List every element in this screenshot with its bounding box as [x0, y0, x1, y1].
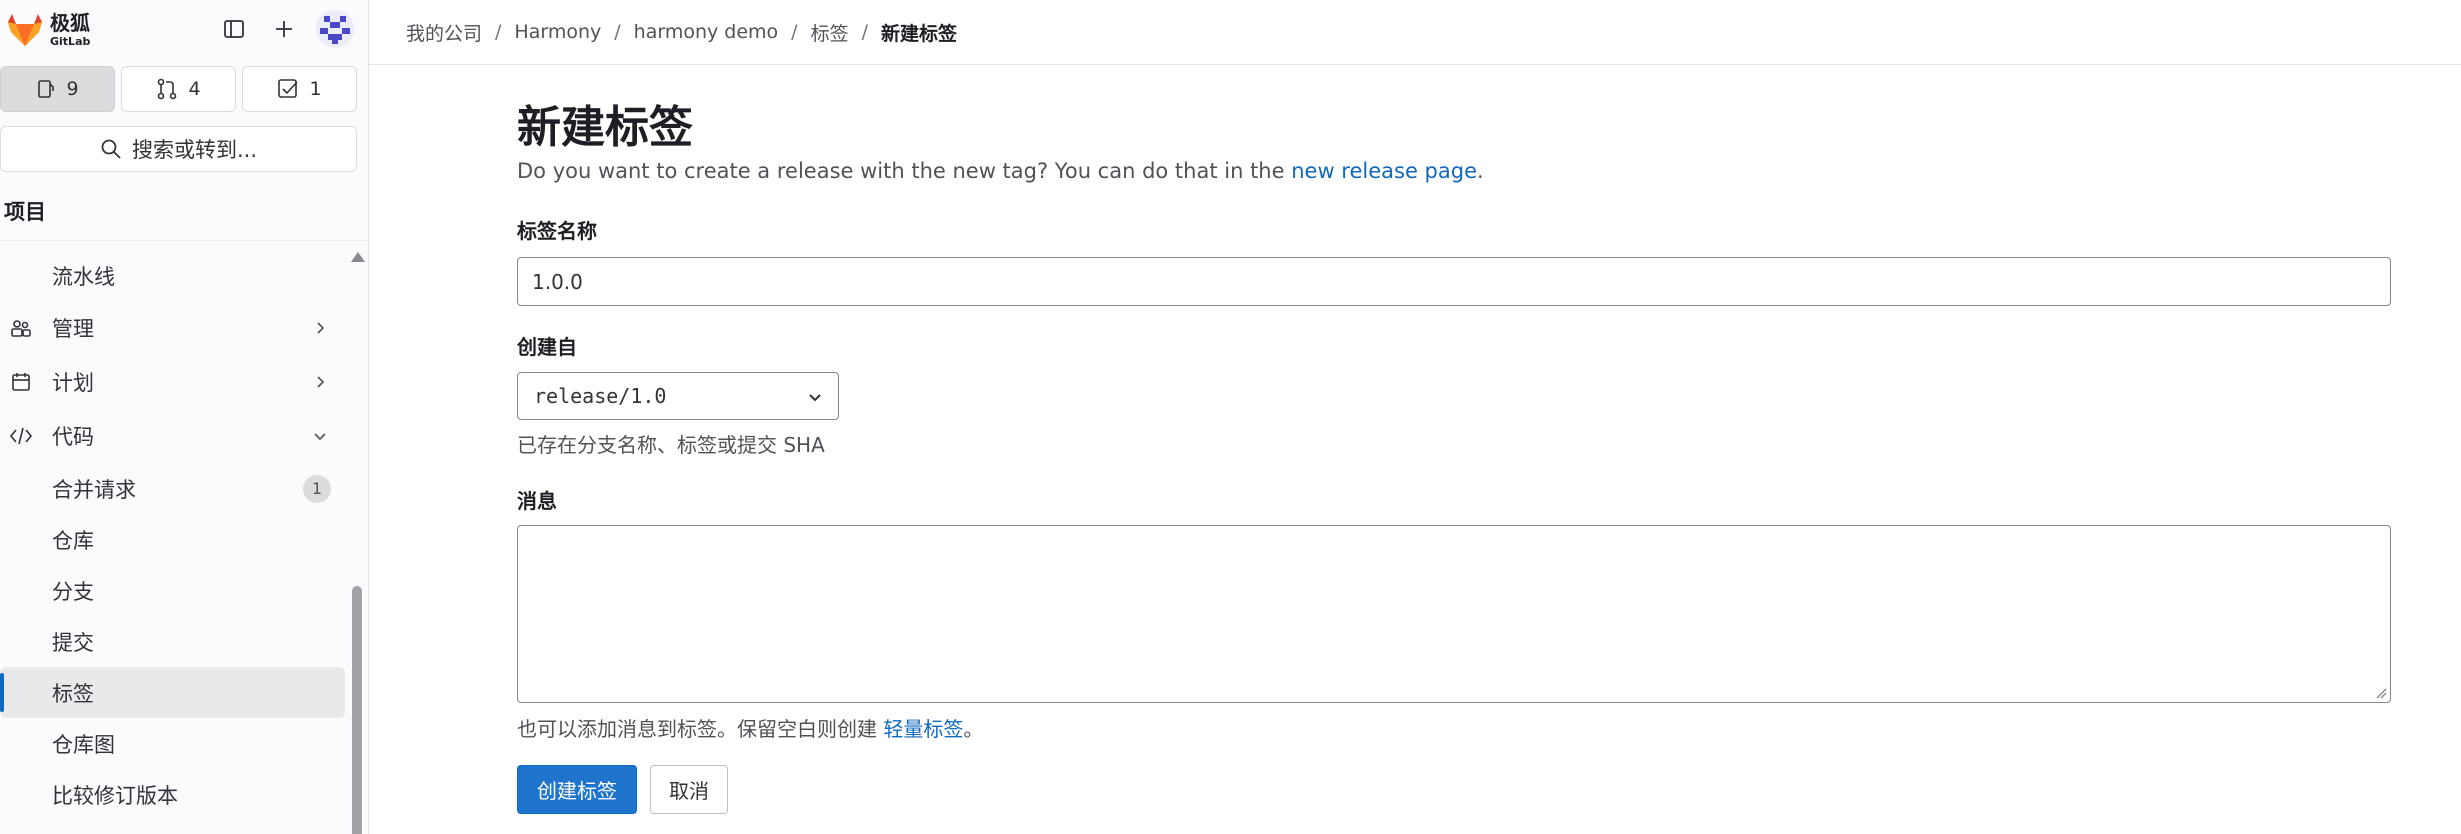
lightweight-tag-link[interactable]: 轻量标签 — [883, 717, 963, 741]
breadcrumb-item-subgroup[interactable]: Harmony — [514, 21, 601, 43]
search-label: 搜索或转到... — [131, 138, 258, 162]
todo-icon — [278, 79, 299, 98]
sidebar-item-plan[interactable]: 计划 — [0, 355, 345, 409]
scrollbar-thumb[interactable] — [352, 586, 362, 834]
message-help-suffix: 。 — [963, 717, 984, 741]
chevron-down-icon — [311, 427, 329, 445]
breadcrumb-separator: / — [861, 21, 868, 43]
issues-icon — [38, 80, 55, 98]
sidebar-item-branches[interactable]: 分支 — [0, 565, 345, 616]
breadcrumb-item-group[interactable]: 我的公司 — [406, 19, 482, 46]
tag-name-label: 标签名称 — [517, 219, 597, 243]
chevron-right-icon — [311, 319, 329, 337]
sidebar-item-label: 流水线 — [52, 264, 115, 289]
todos-counter-button[interactable]: 1 — [242, 66, 357, 112]
sidebar-nav: 流水线 管理 计划 代码 合并请求 1 仓库 分支 提交 标签 仓库图 比较修订… — [0, 250, 345, 820]
sidebar-scrollbar[interactable] — [350, 248, 365, 834]
merge-request-icon — [158, 78, 177, 100]
sidebar-toggle-icon — [224, 20, 244, 38]
merge-requests-counter-button[interactable]: 4 — [121, 66, 236, 112]
breadcrumb-item-current[interactable]: 新建标签 — [881, 19, 957, 46]
merge-requests-badge: 1 — [303, 474, 331, 503]
brand-subtitle: GitLab — [50, 35, 91, 48]
sidebar-item-label: 分支 — [52, 579, 94, 604]
sidebar-item-repository[interactable]: 仓库 — [0, 514, 345, 565]
brand-name: 极狐 — [50, 11, 90, 35]
sidebar-item-pipelines[interactable]: 流水线 — [0, 250, 345, 301]
cancel-button[interactable]: 取消 — [650, 765, 728, 814]
avatar-identicon — [316, 10, 354, 48]
sidebar-item-manage[interactable]: 管理 — [0, 301, 345, 355]
breadcrumb-separator: / — [495, 21, 502, 43]
message-help: 也可以添加消息到标签。保留空白则创建 轻量标签。 — [517, 713, 983, 742]
toggle-sidebar-button[interactable] — [216, 11, 252, 47]
tag-name-input[interactable] — [517, 257, 2391, 306]
create-new-button[interactable] — [266, 11, 302, 47]
search-or-goto-button[interactable]: 搜索或转到... — [0, 126, 357, 172]
issues-counter-button[interactable]: 9 — [0, 66, 115, 112]
sidebar-item-tags[interactable]: 标签 — [0, 667, 345, 718]
sidebar-item-label: 仓库图 — [52, 732, 115, 757]
breadcrumb-separator: / — [614, 21, 621, 43]
sidebar-item-compare-revisions[interactable]: 比较修订版本 — [0, 769, 345, 820]
sidebar-item-label: 仓库 — [52, 528, 94, 553]
sidebar-item-code[interactable]: 代码 — [0, 409, 345, 463]
chevron-down-icon — [809, 394, 821, 402]
calendar-icon — [8, 369, 34, 395]
breadcrumb-item-project[interactable]: harmony demo — [634, 21, 779, 43]
sidebar-item-label: 提交 — [52, 630, 94, 655]
sidebar-item-label: 代码 — [52, 425, 94, 449]
code-icon — [8, 423, 34, 449]
message-textarea[interactable] — [517, 525, 2391, 703]
create-from-help: 已存在分支名称、标签或提交 SHA — [517, 433, 825, 457]
user-avatar[interactable] — [316, 10, 354, 48]
create-from-dropdown[interactable]: release/1.0 — [517, 372, 839, 420]
chevron-right-icon — [311, 373, 329, 391]
merge-requests-count: 4 — [188, 78, 201, 100]
sidebar: 极狐 GitLab 9 4 1 搜索或转到... 项目 流水线 管理 计划 代码… — [0, 0, 369, 834]
description-suffix: . — [1477, 159, 1484, 183]
breadcrumb-separator: / — [791, 21, 798, 43]
search-icon — [101, 139, 121, 159]
breadcrumb-item-tags[interactable]: 标签 — [811, 19, 849, 46]
page-title: 新建标签 — [517, 102, 693, 153]
description-text: Do you want to create a release with the… — [517, 159, 1292, 183]
issues-count: 9 — [66, 78, 79, 100]
project-section-header: 项目 — [4, 200, 46, 224]
sidebar-item-merge-requests[interactable]: 合并请求 1 — [0, 463, 345, 514]
brand-logo-link[interactable]: 极狐 GitLab — [6, 10, 90, 50]
sidebar-item-label: 标签 — [52, 681, 94, 706]
message-help-text: 也可以添加消息到标签。保留空白则创建 — [517, 717, 884, 741]
plus-icon — [276, 21, 292, 37]
new-release-page-link[interactable]: new release page — [1291, 159, 1477, 183]
create-from-label: 创建自 — [517, 335, 577, 359]
scroll-up-arrow-icon[interactable] — [351, 252, 365, 262]
sidebar-item-commits[interactable]: 提交 — [0, 616, 345, 667]
create-tag-button[interactable]: 创建标签 — [517, 765, 637, 814]
page-description: Do you want to create a release with the… — [517, 159, 1484, 183]
sidebar-item-repository-graph[interactable]: 仓库图 — [0, 718, 345, 769]
breadcrumb: 我的公司 / Harmony / harmony demo / 标签 / 新建标… — [369, 0, 2461, 65]
section-divider — [0, 240, 368, 241]
users-icon — [8, 315, 34, 341]
sidebar-item-label: 管理 — [52, 317, 94, 341]
create-from-selected: release/1.0 — [534, 384, 667, 408]
message-label: 消息 — [517, 489, 557, 513]
todos-count: 1 — [309, 78, 322, 100]
sidebar-item-label: 比较修订版本 — [52, 783, 178, 808]
resize-grip-icon[interactable] — [2375, 687, 2387, 699]
sidebar-item-label: 合并请求 — [52, 477, 136, 502]
sidebar-item-label: 计划 — [52, 371, 94, 395]
gitlab-logo-icon — [8, 14, 42, 46]
